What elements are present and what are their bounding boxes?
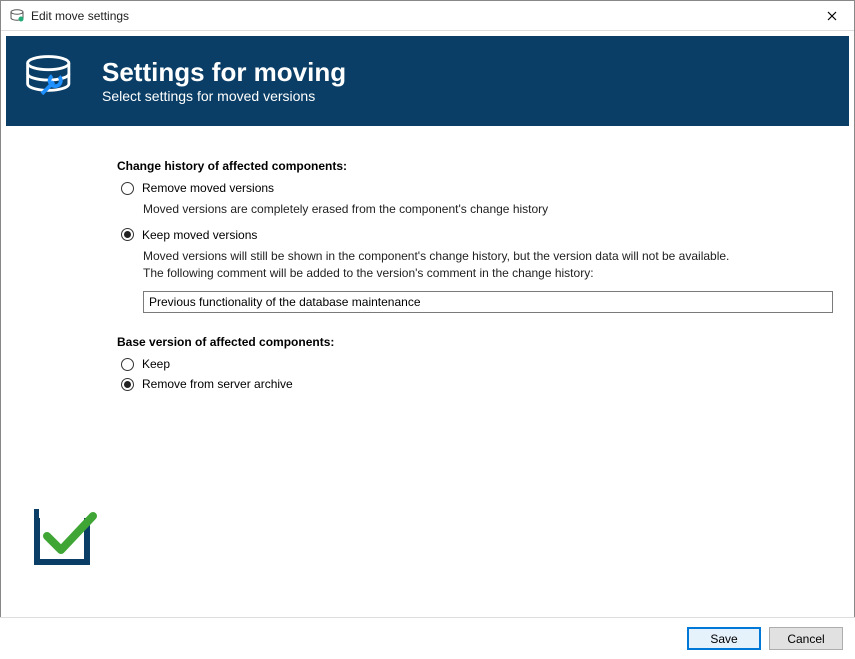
version-comment-input[interactable] — [143, 291, 833, 313]
history-section-title: Change history of affected components: — [117, 159, 824, 173]
checkmark-badge-icon — [25, 494, 105, 577]
dialog-title: Settings for moving — [102, 58, 346, 87]
radio-label: Keep moved versions — [142, 228, 257, 242]
window-title: Edit move settings — [31, 9, 809, 23]
radio-icon — [121, 228, 134, 241]
dialog-subtitle: Select settings for moved versions — [102, 88, 346, 104]
cancel-button[interactable]: Cancel — [769, 627, 843, 650]
keep-desc-line1: Moved versions will still be shown in th… — [143, 249, 729, 263]
radio-icon — [121, 182, 134, 195]
save-button[interactable]: Save — [687, 627, 761, 650]
radio-label: Keep — [142, 357, 170, 371]
radio-icon — [121, 378, 134, 391]
window-titlebar: Edit move settings — [1, 1, 854, 31]
remove-moved-description: Moved versions are completely erased fro… — [143, 201, 824, 218]
base-section-title: Base version of affected components: — [117, 335, 824, 349]
radio-remove-moved[interactable]: Remove moved versions — [121, 181, 824, 195]
radio-icon — [121, 358, 134, 371]
database-wrench-icon — [22, 50, 82, 113]
dialog-content: Change history of affected components: R… — [1, 131, 854, 601]
radio-label: Remove from server archive — [142, 377, 293, 391]
dialog-footer: Save Cancel — [0, 617, 855, 659]
close-icon — [827, 11, 837, 21]
keep-desc-line2: The following comment will be added to t… — [143, 266, 594, 280]
dialog-header: Settings for moving Select settings for … — [6, 36, 849, 126]
close-button[interactable] — [809, 1, 854, 31]
radio-label: Remove moved versions — [142, 181, 274, 195]
radio-base-keep[interactable]: Keep — [121, 357, 824, 371]
radio-keep-moved[interactable]: Keep moved versions — [121, 228, 824, 242]
radio-base-remove[interactable]: Remove from server archive — [121, 377, 824, 391]
app-icon — [9, 8, 25, 24]
keep-moved-description: Moved versions will still be shown in th… — [143, 248, 824, 282]
